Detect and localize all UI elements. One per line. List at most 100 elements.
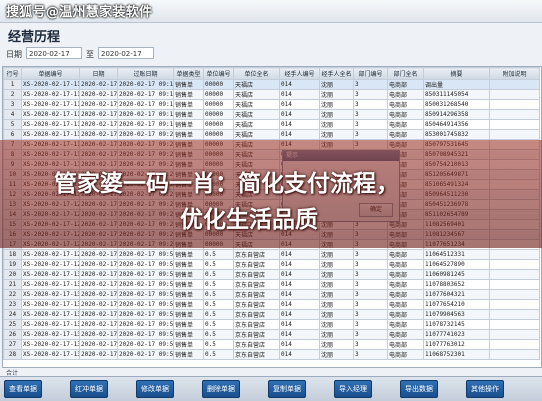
table-cell: 0.5 <box>203 269 234 280</box>
row-number-cell: 1 <box>3 79 22 90</box>
table-cell: 销售单 <box>173 339 204 350</box>
table-row[interactable]: 27 XS-2020-02-17-137 2020-02-17 2020-02-17 … <box>3 339 540 350</box>
action-button[interactable]: 修改单据 <box>136 380 174 398</box>
table-cell: 00000 <box>203 79 234 90</box>
row-number-cell: 20 <box>3 269 22 280</box>
column-header[interactable]: 经手人全名 <box>319 67 354 80</box>
table-cell: XS-2020-02-17-128 <box>21 249 80 260</box>
table-row[interactable]: 2 XS-2020-02-17-112 2020-02-17 2020-02-17 0… <box>3 89 540 100</box>
table-cell <box>489 289 540 300</box>
table-row[interactable]: 22 XS-2020-02-17-132 2020-02-17 2020-02-17 … <box>3 289 540 300</box>
table-row[interactable]: 20 XS-2020-02-17-130 2020-02-17 2020-02-17 … <box>3 269 540 280</box>
column-header[interactable]: 日期 <box>79 67 118 80</box>
table-row[interactable]: 4 XS-2020-02-17-114 2020-02-17 2020-02-17 0… <box>3 109 540 120</box>
table-row[interactable]: 21 XS-2020-02-17-131 2020-02-17 2020-02-17 … <box>3 279 540 290</box>
table-cell: 2020-02-17 <box>79 249 118 260</box>
row-number-cell: 18 <box>3 249 22 260</box>
table-cell <box>489 109 540 120</box>
table-cell <box>489 89 540 100</box>
action-button[interactable]: 导入经理 <box>334 380 372 398</box>
table-cell: 调出量 <box>423 79 490 90</box>
table-cell: 京东自营店 <box>233 349 280 360</box>
table-cell: 销售单 <box>173 289 204 300</box>
table-cell: 2020-02-17 <box>79 349 118 360</box>
table-row[interactable]: 19 XS-2020-02-17-129 2020-02-17 2020-02-17 … <box>3 259 540 270</box>
table-cell: 沈丽 <box>319 319 354 330</box>
action-button[interactable]: 其他操作 <box>466 380 504 398</box>
table-cell: 天福店 <box>233 89 280 100</box>
table-row[interactable]: 26 XS-2020-02-17-136 2020-02-17 2020-02-17 … <box>3 329 540 340</box>
table-cell: 2020-02-17 09:56 <box>117 319 174 330</box>
table-cell: 天福店 <box>233 119 280 130</box>
table-cell: XS-2020-02-17-131 <box>21 279 80 290</box>
status-bar: 合计 <box>6 370 19 377</box>
table-cell: 电商部 <box>387 249 424 260</box>
table-cell: 销售单 <box>173 329 204 340</box>
table-row[interactable]: 23 XS-2020-02-17-133 2020-02-17 2020-02-17 … <box>3 299 540 310</box>
table-cell: 11077654210 <box>423 299 490 310</box>
table-row[interactable]: 3 XS-2020-02-17-113 2020-02-17 2020-02-17 0… <box>3 99 540 110</box>
table-cell: 销售单 <box>173 79 204 90</box>
table-cell <box>489 299 540 310</box>
table-row[interactable]: 25 XS-2020-02-17-135 2020-02-17 2020-02-17 … <box>3 319 540 330</box>
action-button[interactable]: 复制单据 <box>268 380 306 398</box>
table-cell: 11064527890 <box>423 259 490 270</box>
table-cell: 沈丽 <box>319 129 354 140</box>
watermark: 搜狐号@温州慧家装软件 <box>6 5 153 20</box>
table-cell: 2020-02-17 <box>79 99 118 110</box>
date-from-field[interactable]: 2020-02-17 <box>26 47 82 59</box>
table-cell: 2020-02-17 09:52 <box>117 279 174 290</box>
table-cell: XS-2020-02-17-137 <box>21 339 80 350</box>
table-cell: 京东自营店 <box>233 329 280 340</box>
table-cell: 00000 <box>203 119 234 130</box>
table-cell: 沈丽 <box>319 339 354 350</box>
table-cell: 销售单 <box>173 259 204 270</box>
table-cell: 销售单 <box>173 89 204 100</box>
table-cell: 电商部 <box>387 129 424 140</box>
column-header[interactable]: 附加说明 <box>489 67 540 80</box>
table-cell: 00000 <box>203 99 234 110</box>
column-header[interactable]: 单位编号 <box>203 67 234 80</box>
action-button[interactable]: 查看单据 <box>4 380 42 398</box>
table-cell: 2020-02-17 <box>79 289 118 300</box>
table-cell: 2020-02-17 <box>79 119 118 130</box>
table-row[interactable]: 24 XS-2020-02-17-134 2020-02-17 2020-02-17 … <box>3 309 540 320</box>
column-header[interactable]: 部门编号 <box>353 67 388 80</box>
table-cell: XS-2020-02-17-129 <box>21 259 80 270</box>
headline-line-1: 管家婆一码一肖：简化支付流程， <box>54 171 399 197</box>
table-cell: 014 <box>279 119 320 130</box>
table-cell: 2020-02-17 09:50 <box>117 259 174 270</box>
table-cell: 014 <box>279 109 320 120</box>
table-cell: XS-2020-02-17-116 <box>21 129 80 140</box>
column-header[interactable]: 单位全名 <box>233 67 280 80</box>
table-cell: 2020-02-17 09:20 <box>117 129 174 140</box>
table-cell: 销售单 <box>173 119 204 130</box>
table-row[interactable]: 18 XS-2020-02-17-128 2020-02-17 2020-02-17 … <box>3 249 540 260</box>
column-header[interactable]: 部门全名 <box>387 67 424 80</box>
table-cell: 京东自营店 <box>233 289 280 300</box>
table-cell: 京东自营店 <box>233 319 280 330</box>
table-cell: 00000 <box>203 109 234 120</box>
table-cell: 014 <box>279 79 320 90</box>
date-to-field[interactable]: 2020-02-17 <box>98 47 154 59</box>
column-header[interactable]: 单据类型 <box>173 67 204 80</box>
action-button[interactable]: 删除单据 <box>202 380 240 398</box>
table-cell <box>489 349 540 360</box>
column-header[interactable]: 单据编号 <box>21 67 80 80</box>
table-row[interactable]: 6 XS-2020-02-17-116 2020-02-17 2020-02-17 0… <box>3 129 540 140</box>
action-button[interactable]: 红冲单据 <box>70 380 108 398</box>
table-row[interactable]: 1 XS-2020-02-17-111 2020-02-17 2020-02-17 0… <box>3 79 540 90</box>
row-number-cell: 4 <box>3 109 22 120</box>
table-row[interactable]: 5 XS-2020-02-17-115 2020-02-17 2020-02-17 0… <box>3 119 540 130</box>
column-header[interactable]: 摘要 <box>423 67 490 80</box>
column-header[interactable]: 过账日期 <box>117 67 174 80</box>
table-cell: 电商部 <box>387 319 424 330</box>
table-cell: 014 <box>279 339 320 350</box>
action-button[interactable]: 导出数据 <box>400 380 438 398</box>
column-header[interactable]: 行号 <box>3 67 22 80</box>
table-cell: 2020-02-17 <box>79 279 118 290</box>
column-header[interactable]: 经手人编号 <box>279 67 320 80</box>
table-row[interactable]: 28 XS-2020-02-17-138 2020-02-17 2020-02-17 … <box>3 349 540 360</box>
table-cell: 沈丽 <box>319 299 354 310</box>
table-cell <box>489 249 540 260</box>
